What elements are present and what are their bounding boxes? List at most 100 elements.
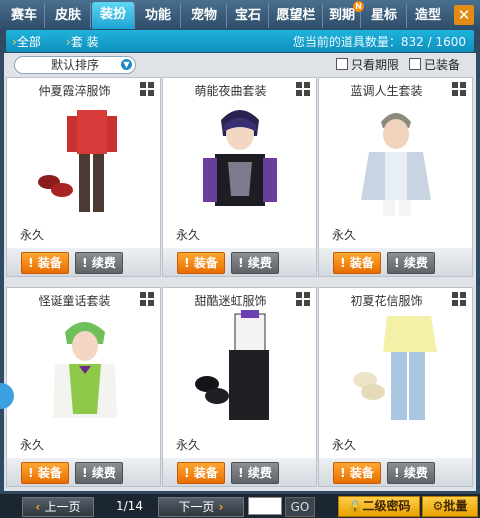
next-page-label: 下一页 <box>178 500 215 514</box>
prev-page-button[interactable]: ‹ 上一页 <box>22 497 94 517</box>
page-indicator: 1/14 <box>116 499 143 513</box>
item-card[interactable]: 甜酷迷虹服饰 永久 ! 装备 ! 续费 <box>162 287 317 487</box>
renew-button[interactable]: ! 续费 <box>75 462 123 484</box>
tab-style[interactable]: 造型 <box>408 3 448 28</box>
item-name: 初夏花信服饰 <box>350 294 423 308</box>
equip-button[interactable]: ! 装备 <box>21 462 69 484</box>
go-button[interactable]: GO <box>285 497 315 517</box>
card-actions: ! 装备 ! 续费 <box>163 458 316 486</box>
gear-icon: ⚙ <box>432 499 444 513</box>
checkbox-box <box>409 58 421 70</box>
tab-wishlist[interactable]: 愿望栏 <box>270 3 323 28</box>
item-name: 蓝调人生套装 <box>350 84 423 98</box>
renew-label: 续费 <box>91 256 116 270</box>
card-actions: ! 装备 ! 续费 <box>7 248 160 276</box>
equip-label: 装备 <box>193 256 218 270</box>
tab-racecar[interactable]: 赛车 <box>4 3 45 28</box>
equip-button[interactable]: ! 装备 <box>333 462 381 484</box>
equip-button[interactable]: ! 装备 <box>177 462 225 484</box>
renew-label: 续费 <box>403 466 428 480</box>
grid-toolbar: 默认排序 ▼ 只看期限 已装备 <box>4 53 476 75</box>
grid-view-icon[interactable] <box>296 82 310 96</box>
batch-label: 批量 <box>443 499 468 513</box>
filter-set[interactable]: ›套 装 <box>66 33 99 50</box>
card-actions: ! 装备 ! 续费 <box>319 248 472 276</box>
equipped-checkbox[interactable]: 已装备 <box>409 58 460 72</box>
equip-label: 装备 <box>37 466 62 480</box>
item-grid-area: 默认排序 ▼ 只看期限 已装备 仲夏霞淬服饰 永久 ! 装备 ! 续费 萌能夜曲… <box>4 53 476 491</box>
equip-button[interactable]: ! 装备 <box>333 252 381 274</box>
tab-outfit[interactable]: 装扮 <box>92 2 135 29</box>
tab-gem[interactable]: 宝石 <box>228 3 269 28</box>
secondary-password-button[interactable]: 🔒二级密码 <box>338 496 420 517</box>
outfit-image <box>353 316 437 420</box>
renew-button[interactable]: ! 续费 <box>387 252 435 274</box>
sort-dropdown[interactable]: 默认排序 ▼ <box>14 56 136 74</box>
grid-view-icon[interactable] <box>140 82 154 96</box>
item-name: 仲夏霞淬服饰 <box>38 84 111 98</box>
equipped-label: 已装备 <box>424 58 461 72</box>
item-card[interactable]: 怪诞童话套装 永久 ! 装备 ! 续费 <box>6 287 161 487</box>
item-count: 您当前的道具数量：832 / 1600 <box>292 35 466 49</box>
secondary-password-label: 二级密码 <box>362 499 411 513</box>
pagination-bar: ‹ 上一页 1/14 下一页 › GO 🔒二级密码 ⚙批量 <box>0 494 480 518</box>
item-card[interactable]: 萌能夜曲套装 永久 ! 装备 ! 续费 <box>162 77 317 277</box>
item-duration: 永久 <box>176 228 201 242</box>
tab-function[interactable]: 功能 <box>136 3 181 28</box>
item-duration: 永久 <box>332 438 357 452</box>
renew-label: 续费 <box>247 466 272 480</box>
renew-label: 续费 <box>247 256 272 270</box>
item-name: 甜酷迷虹服饰 <box>194 294 267 308</box>
tab-pet[interactable]: 宠物 <box>182 3 227 28</box>
outfit-image <box>38 110 117 212</box>
renew-label: 续费 <box>403 256 428 270</box>
tab-star[interactable]: 星标 <box>362 3 407 28</box>
tab-expiring[interactable]: 到期 N <box>324 1 364 28</box>
grid-view-icon[interactable] <box>296 292 310 306</box>
card-actions: ! 装备 ! 续费 <box>163 248 316 276</box>
item-name: 怪诞童话套装 <box>38 294 111 308</box>
tab-skin[interactable]: 皮肤 <box>46 3 91 28</box>
renew-button[interactable]: ! 续费 <box>231 462 279 484</box>
item-card[interactable]: 仲夏霞淬服饰 永久 ! 装备 ! 续费 <box>6 77 161 277</box>
inventory-window: 赛车 皮肤 装扮 功能 宠物 宝石 愿望栏 到期 N 星标 造型 ✕ ›全部 ›… <box>0 0 480 518</box>
outfit-image <box>195 310 269 420</box>
equip-button[interactable]: ! 装备 <box>177 252 225 274</box>
item-duration: 永久 <box>20 228 45 242</box>
filter-all[interactable]: ›全部 <box>12 33 41 50</box>
equip-label: 装备 <box>349 256 374 270</box>
close-icon[interactable]: ✕ <box>454 5 474 25</box>
next-page-button[interactable]: 下一页 › <box>158 497 244 517</box>
only-expiring-checkbox[interactable]: 只看期限 <box>336 58 399 72</box>
item-duration: 永久 <box>332 228 357 242</box>
sort-dropdown-label: 默认排序 <box>50 58 99 72</box>
equip-button[interactable]: ! 装备 <box>21 252 69 274</box>
filter-set-label: 套 装 <box>70 35 99 49</box>
arrow-left-icon: ‹ <box>35 500 45 514</box>
prev-page-label: 上一页 <box>44 500 81 514</box>
only-expiring-label: 只看期限 <box>351 58 400 72</box>
outfit-image <box>53 322 117 418</box>
equip-label: 装备 <box>349 466 374 480</box>
renew-button[interactable]: ! 续费 <box>75 252 123 274</box>
grid-view-icon[interactable] <box>452 292 466 306</box>
item-card[interactable]: 初夏花信服饰 永久 ! 装备 ! 续费 <box>318 287 473 487</box>
outfit-image <box>361 113 431 216</box>
grid-view-icon[interactable] <box>140 292 154 306</box>
checkbox-box <box>336 58 348 70</box>
renew-button[interactable]: ! 续费 <box>231 252 279 274</box>
equip-label: 装备 <box>193 466 218 480</box>
card-actions: ! 装备 ! 续费 <box>7 458 160 486</box>
outfit-image <box>203 110 277 206</box>
batch-button[interactable]: ⚙批量 <box>422 496 478 517</box>
item-name: 萌能夜曲套装 <box>194 84 267 98</box>
tab-expiring-label: 到期 <box>328 8 355 23</box>
renew-button[interactable]: ! 续费 <box>387 462 435 484</box>
item-card[interactable]: 蓝调人生套装 永久 ! 装备 ! 续费 <box>318 77 473 277</box>
page-number-input[interactable] <box>248 497 282 515</box>
grid-view-icon[interactable] <box>452 82 466 96</box>
sub-filter-bar: ›全部 ›套 装 您当前的道具数量：832 / 1600 <box>6 30 474 52</box>
equip-label: 装备 <box>37 256 62 270</box>
lock-icon: 🔒 <box>347 499 363 513</box>
item-duration: 永久 <box>176 438 201 452</box>
